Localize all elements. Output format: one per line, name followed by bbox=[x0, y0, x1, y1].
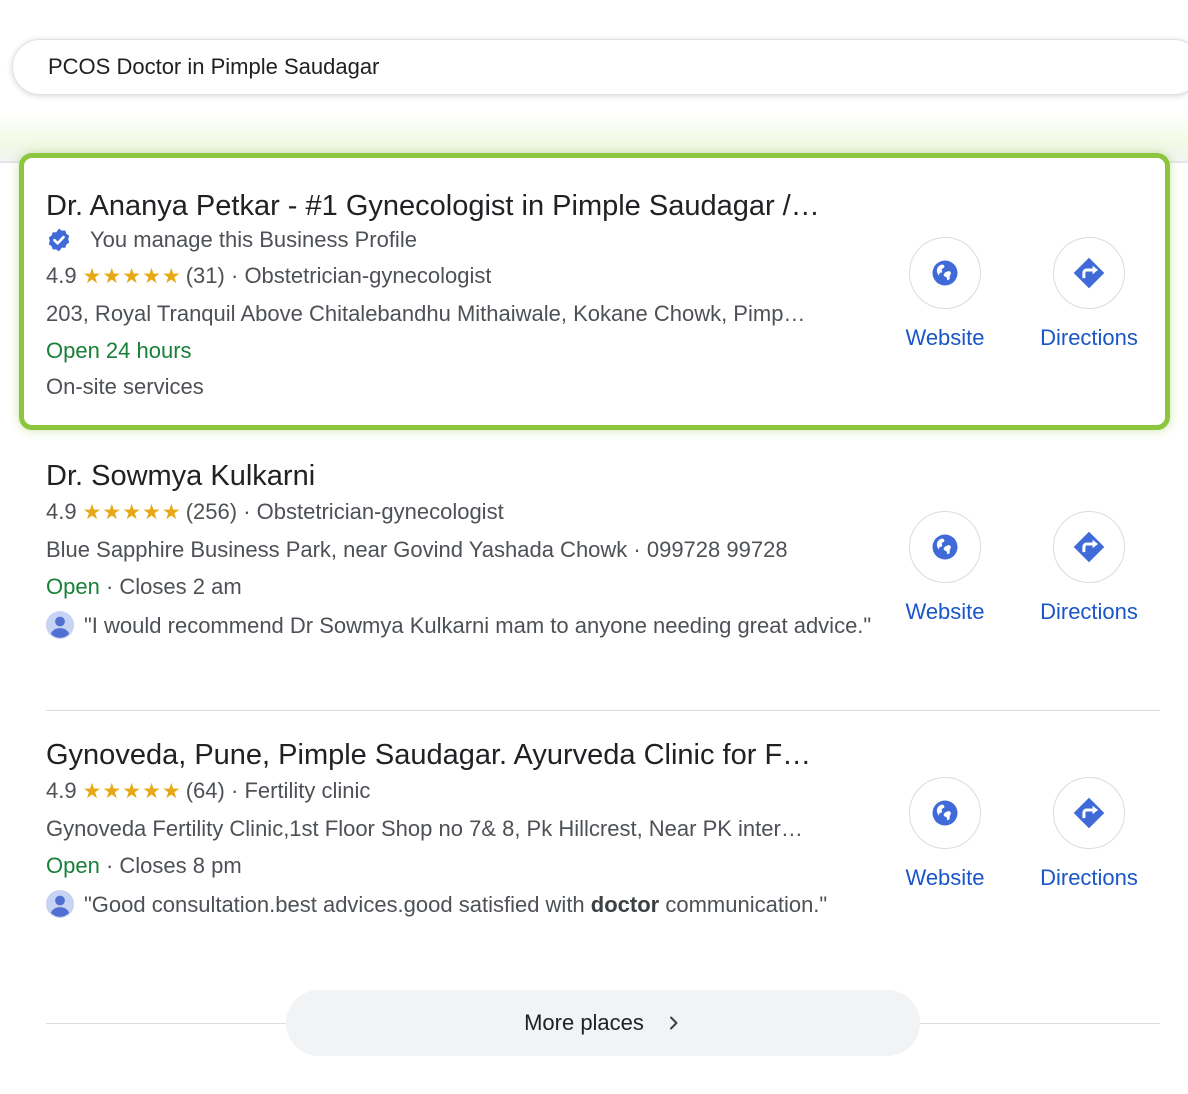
open-status: Open 24 hours bbox=[46, 338, 192, 363]
address: Gynoveda Fertility Clinic,1st Floor Shop… bbox=[46, 816, 803, 841]
review-count[interactable]: (64) bbox=[186, 778, 225, 803]
address: Blue Sapphire Business Park, near Govind… bbox=[46, 537, 788, 562]
directions-icon bbox=[1073, 797, 1105, 829]
website-button[interactable]: Website bbox=[870, 237, 1020, 351]
directions-button[interactable]: Directions bbox=[1014, 511, 1164, 625]
listing-title[interactable]: Dr. Ananya Petkar - #1 Gynecologist in P… bbox=[46, 188, 820, 224]
website-circle[interactable] bbox=[909, 777, 981, 849]
review-text-end: communication." bbox=[659, 892, 828, 917]
verified-badge-icon bbox=[48, 228, 70, 252]
closing-time: Closes 2 am bbox=[119, 574, 242, 599]
directions-button[interactable]: Directions bbox=[1014, 777, 1164, 891]
category: Fertility clinic bbox=[244, 778, 371, 803]
star-rating-icon: ★★★★★ bbox=[82, 265, 182, 288]
verified-profile-row: You manage this Business Profile bbox=[46, 226, 417, 254]
directions-label[interactable]: Directions bbox=[1014, 599, 1164, 625]
review-highlight: doctor bbox=[590, 892, 660, 917]
website-label[interactable]: Website bbox=[870, 865, 1020, 891]
separator: · bbox=[105, 853, 114, 878]
globe-icon bbox=[932, 800, 958, 826]
listing-title[interactable]: Dr. Sowmya Kulkarni bbox=[46, 458, 315, 494]
service-options: On-site services bbox=[46, 374, 204, 399]
category: Obstetrician-gynecologist bbox=[256, 499, 504, 524]
review-count[interactable]: (256) bbox=[186, 499, 237, 524]
rating-row: 4.9 ★★★★★ (64) · Fertility clinic bbox=[46, 777, 370, 806]
separator: · bbox=[230, 778, 239, 803]
separator: · bbox=[105, 574, 114, 599]
directions-button[interactable]: Directions bbox=[1014, 237, 1164, 351]
star-rating-icon: ★★★★★ bbox=[82, 780, 182, 803]
open-status: Open bbox=[46, 574, 100, 599]
rating-row: 4.9 ★★★★★ (31) · Obstetrician-gynecologist bbox=[46, 262, 491, 291]
globe-icon bbox=[932, 260, 958, 286]
more-places-button[interactable]: More places bbox=[286, 990, 920, 1056]
user-avatar-icon bbox=[46, 611, 74, 639]
website-label[interactable]: Website bbox=[870, 599, 1020, 625]
directions-circle[interactable] bbox=[1053, 777, 1125, 849]
user-avatar-icon bbox=[46, 890, 74, 918]
rating-row: 4.9 ★★★★★ (256) · Obstetrician-gynecologis… bbox=[46, 498, 504, 527]
address: 203, Royal Tranquil Above Chitalebandhu … bbox=[46, 301, 806, 326]
rating-value: 4.9 bbox=[46, 263, 77, 288]
category: Obstetrician-gynecologist bbox=[244, 263, 492, 288]
review-text: "I would recommend Dr Sowmya Kulkarni ma… bbox=[84, 613, 872, 638]
hours-row: Open · Closes 2 am bbox=[46, 573, 242, 601]
more-places-label[interactable]: More places bbox=[524, 1010, 644, 1036]
review-text: "Good consultation.best advices.good sat… bbox=[84, 885, 874, 924]
listing-title[interactable]: Gynoveda, Pune, Pimple Saudagar. Ayurved… bbox=[46, 737, 811, 773]
website-button[interactable]: Website bbox=[870, 777, 1020, 891]
chevron-right-icon bbox=[669, 1016, 678, 1030]
website-label[interactable]: Website bbox=[870, 325, 1020, 351]
review-count[interactable]: (31) bbox=[186, 263, 225, 288]
search-box[interactable] bbox=[12, 39, 1188, 95]
separator: · bbox=[243, 499, 251, 524]
closing-time: Closes 8 pm bbox=[119, 853, 242, 878]
directions-label[interactable]: Directions bbox=[1014, 325, 1164, 351]
directions-circle[interactable] bbox=[1053, 511, 1125, 583]
rating-value: 4.9 bbox=[46, 499, 77, 524]
directions-icon bbox=[1073, 257, 1105, 289]
separator: · bbox=[230, 263, 239, 288]
open-status: Open bbox=[46, 853, 100, 878]
website-circle[interactable] bbox=[909, 511, 981, 583]
hours-row: Open · Closes 8 pm bbox=[46, 852, 242, 880]
review-text-start: "Good consultation.best advices.good sat… bbox=[84, 892, 591, 917]
listing-divider bbox=[46, 710, 1160, 711]
search-input[interactable] bbox=[48, 40, 948, 94]
website-button[interactable]: Website bbox=[870, 511, 1020, 625]
directions-icon bbox=[1073, 531, 1105, 563]
rating-value: 4.9 bbox=[46, 778, 77, 803]
directions-label[interactable]: Directions bbox=[1014, 865, 1164, 891]
globe-icon bbox=[932, 534, 958, 560]
verified-text: You manage this Business Profile bbox=[90, 227, 417, 252]
directions-circle[interactable] bbox=[1053, 237, 1125, 309]
website-circle[interactable] bbox=[909, 237, 981, 309]
star-rating-icon: ★★★★★ bbox=[82, 501, 182, 524]
